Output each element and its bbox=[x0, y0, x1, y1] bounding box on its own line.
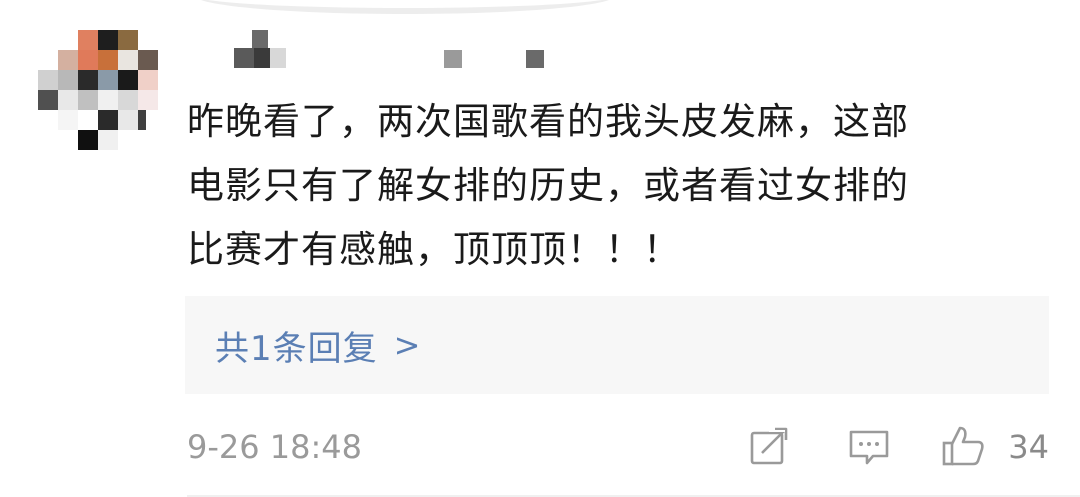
reply-count-link[interactable]: 共1条回复 bbox=[215, 321, 378, 370]
top-divider-arc bbox=[195, 0, 615, 14]
comment-bubble-icon[interactable] bbox=[847, 424, 891, 468]
avatar[interactable] bbox=[38, 30, 158, 150]
comment-footer: 9-26 18:48 34 bbox=[187, 420, 1049, 472]
comment-card: 昨晚看了，两次国歌看的我头皮发麻，这部 电影只有了解女排的历史，或者看过女排的 … bbox=[0, 0, 1080, 497]
thumbs-up-icon[interactable] bbox=[941, 424, 985, 468]
username[interactable] bbox=[230, 30, 550, 72]
like-count: 34 bbox=[1008, 428, 1049, 466]
comment-text: 昨晚看了，两次国歌看的我头皮发麻，这部 电影只有了解女排的历史，或者看过女排的 … bbox=[187, 100, 909, 271]
view-replies-button[interactable]: 共1条回复 > bbox=[185, 296, 1049, 394]
chevron-right-icon: > bbox=[393, 326, 421, 364]
timestamp: 9-26 18:48 bbox=[187, 428, 363, 466]
share-edit-icon[interactable] bbox=[747, 424, 791, 468]
